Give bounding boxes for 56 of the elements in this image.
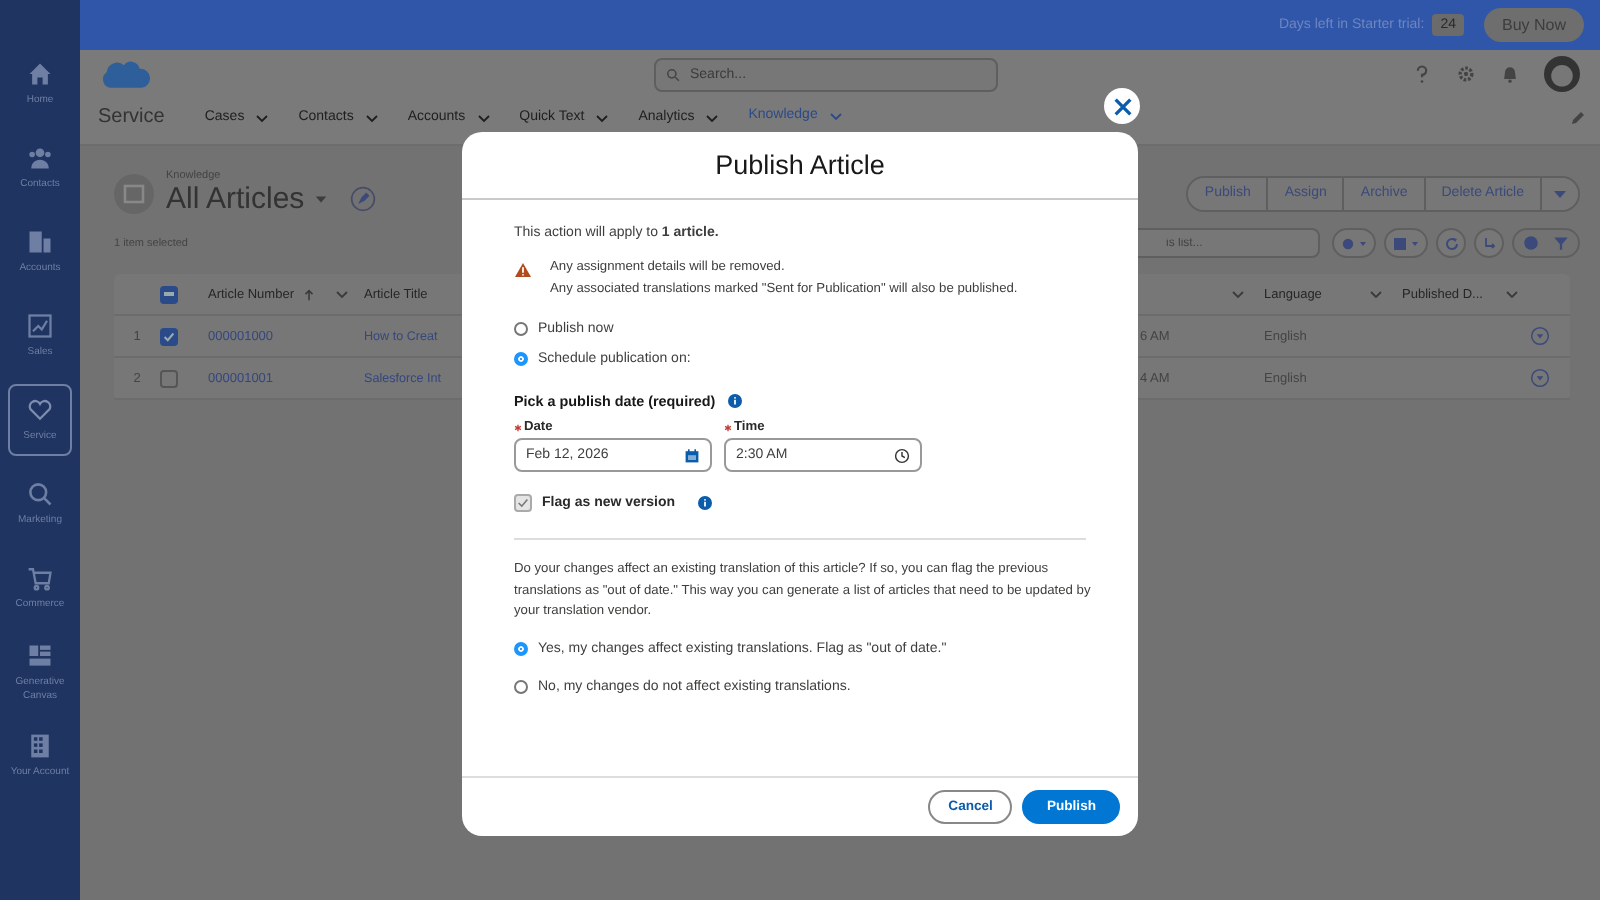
home-icon <box>26 60 54 89</box>
book-icon <box>114 173 154 213</box>
settings-icon <box>1338 235 1370 251</box>
pencil-icon[interactable] <box>1570 109 1586 125</box>
list-view-title: All Articles <box>166 182 305 216</box>
settings-menu-button[interactable] <box>1332 228 1376 258</box>
chart-icon <box>26 312 54 341</box>
caret-down-icon[interactable] <box>314 192 329 206</box>
chevron-down-icon[interactable] <box>1368 286 1384 302</box>
filter-icon[interactable] <box>1552 234 1570 252</box>
help-icon[interactable] <box>1412 64 1432 84</box>
heart-icon <box>26 396 54 425</box>
building-icon <box>26 228 54 257</box>
pin-icon[interactable] <box>350 186 377 212</box>
display-menu-button[interactable] <box>1384 228 1428 258</box>
row-menu-icon[interactable] <box>1530 326 1550 346</box>
refresh-icon <box>1443 235 1459 251</box>
chevron-down-icon[interactable] <box>1504 286 1520 302</box>
row-checkbox[interactable] <box>160 327 178 345</box>
chevron-down-icon <box>704 109 721 125</box>
warning-icon <box>514 262 532 278</box>
chevron-down-icon <box>254 109 271 125</box>
refresh-button[interactable] <box>1436 228 1466 258</box>
dialog-title: Publish Article <box>715 150 885 180</box>
app-name: Service <box>98 106 165 128</box>
bell-icon[interactable] <box>1500 64 1520 84</box>
chevron-down-icon[interactable] <box>1230 286 1246 302</box>
arrow-icon <box>1481 235 1497 251</box>
sort-up-icon <box>301 287 316 301</box>
cloud-logo-icon <box>98 56 150 92</box>
avatar-icon[interactable] <box>1544 56 1580 92</box>
clock-icon[interactable] <box>894 447 910 463</box>
close-icon <box>1111 95 1133 117</box>
calendar-icon[interactable] <box>684 447 700 463</box>
pie-chart-icon[interactable] <box>1522 234 1540 252</box>
settings-icon[interactable] <box>1456 64 1476 84</box>
info-icon[interactable] <box>697 496 712 510</box>
search-icon <box>26 480 54 509</box>
chevron-down-icon <box>475 109 492 125</box>
chevron-down-icon <box>594 109 611 125</box>
select-all-checkbox[interactable] <box>160 285 178 303</box>
more-actions-button[interactable] <box>1542 177 1578 209</box>
people-icon <box>26 144 54 173</box>
info-icon[interactable] <box>727 394 742 408</box>
layout-icon <box>26 642 54 670</box>
chevron-down-icon[interactable] <box>334 286 350 302</box>
row-checkbox[interactable] <box>160 369 178 387</box>
row-menu-icon[interactable] <box>1530 368 1550 388</box>
chevron-down-icon <box>827 107 844 123</box>
cart-icon <box>26 564 54 593</box>
table-icon <box>1390 235 1422 251</box>
inline-edit-button[interactable] <box>1474 228 1504 258</box>
chevron-down-icon <box>363 109 380 125</box>
caret-down-icon <box>1552 185 1568 201</box>
grid-icon <box>26 732 54 761</box>
search-icon <box>666 67 680 81</box>
